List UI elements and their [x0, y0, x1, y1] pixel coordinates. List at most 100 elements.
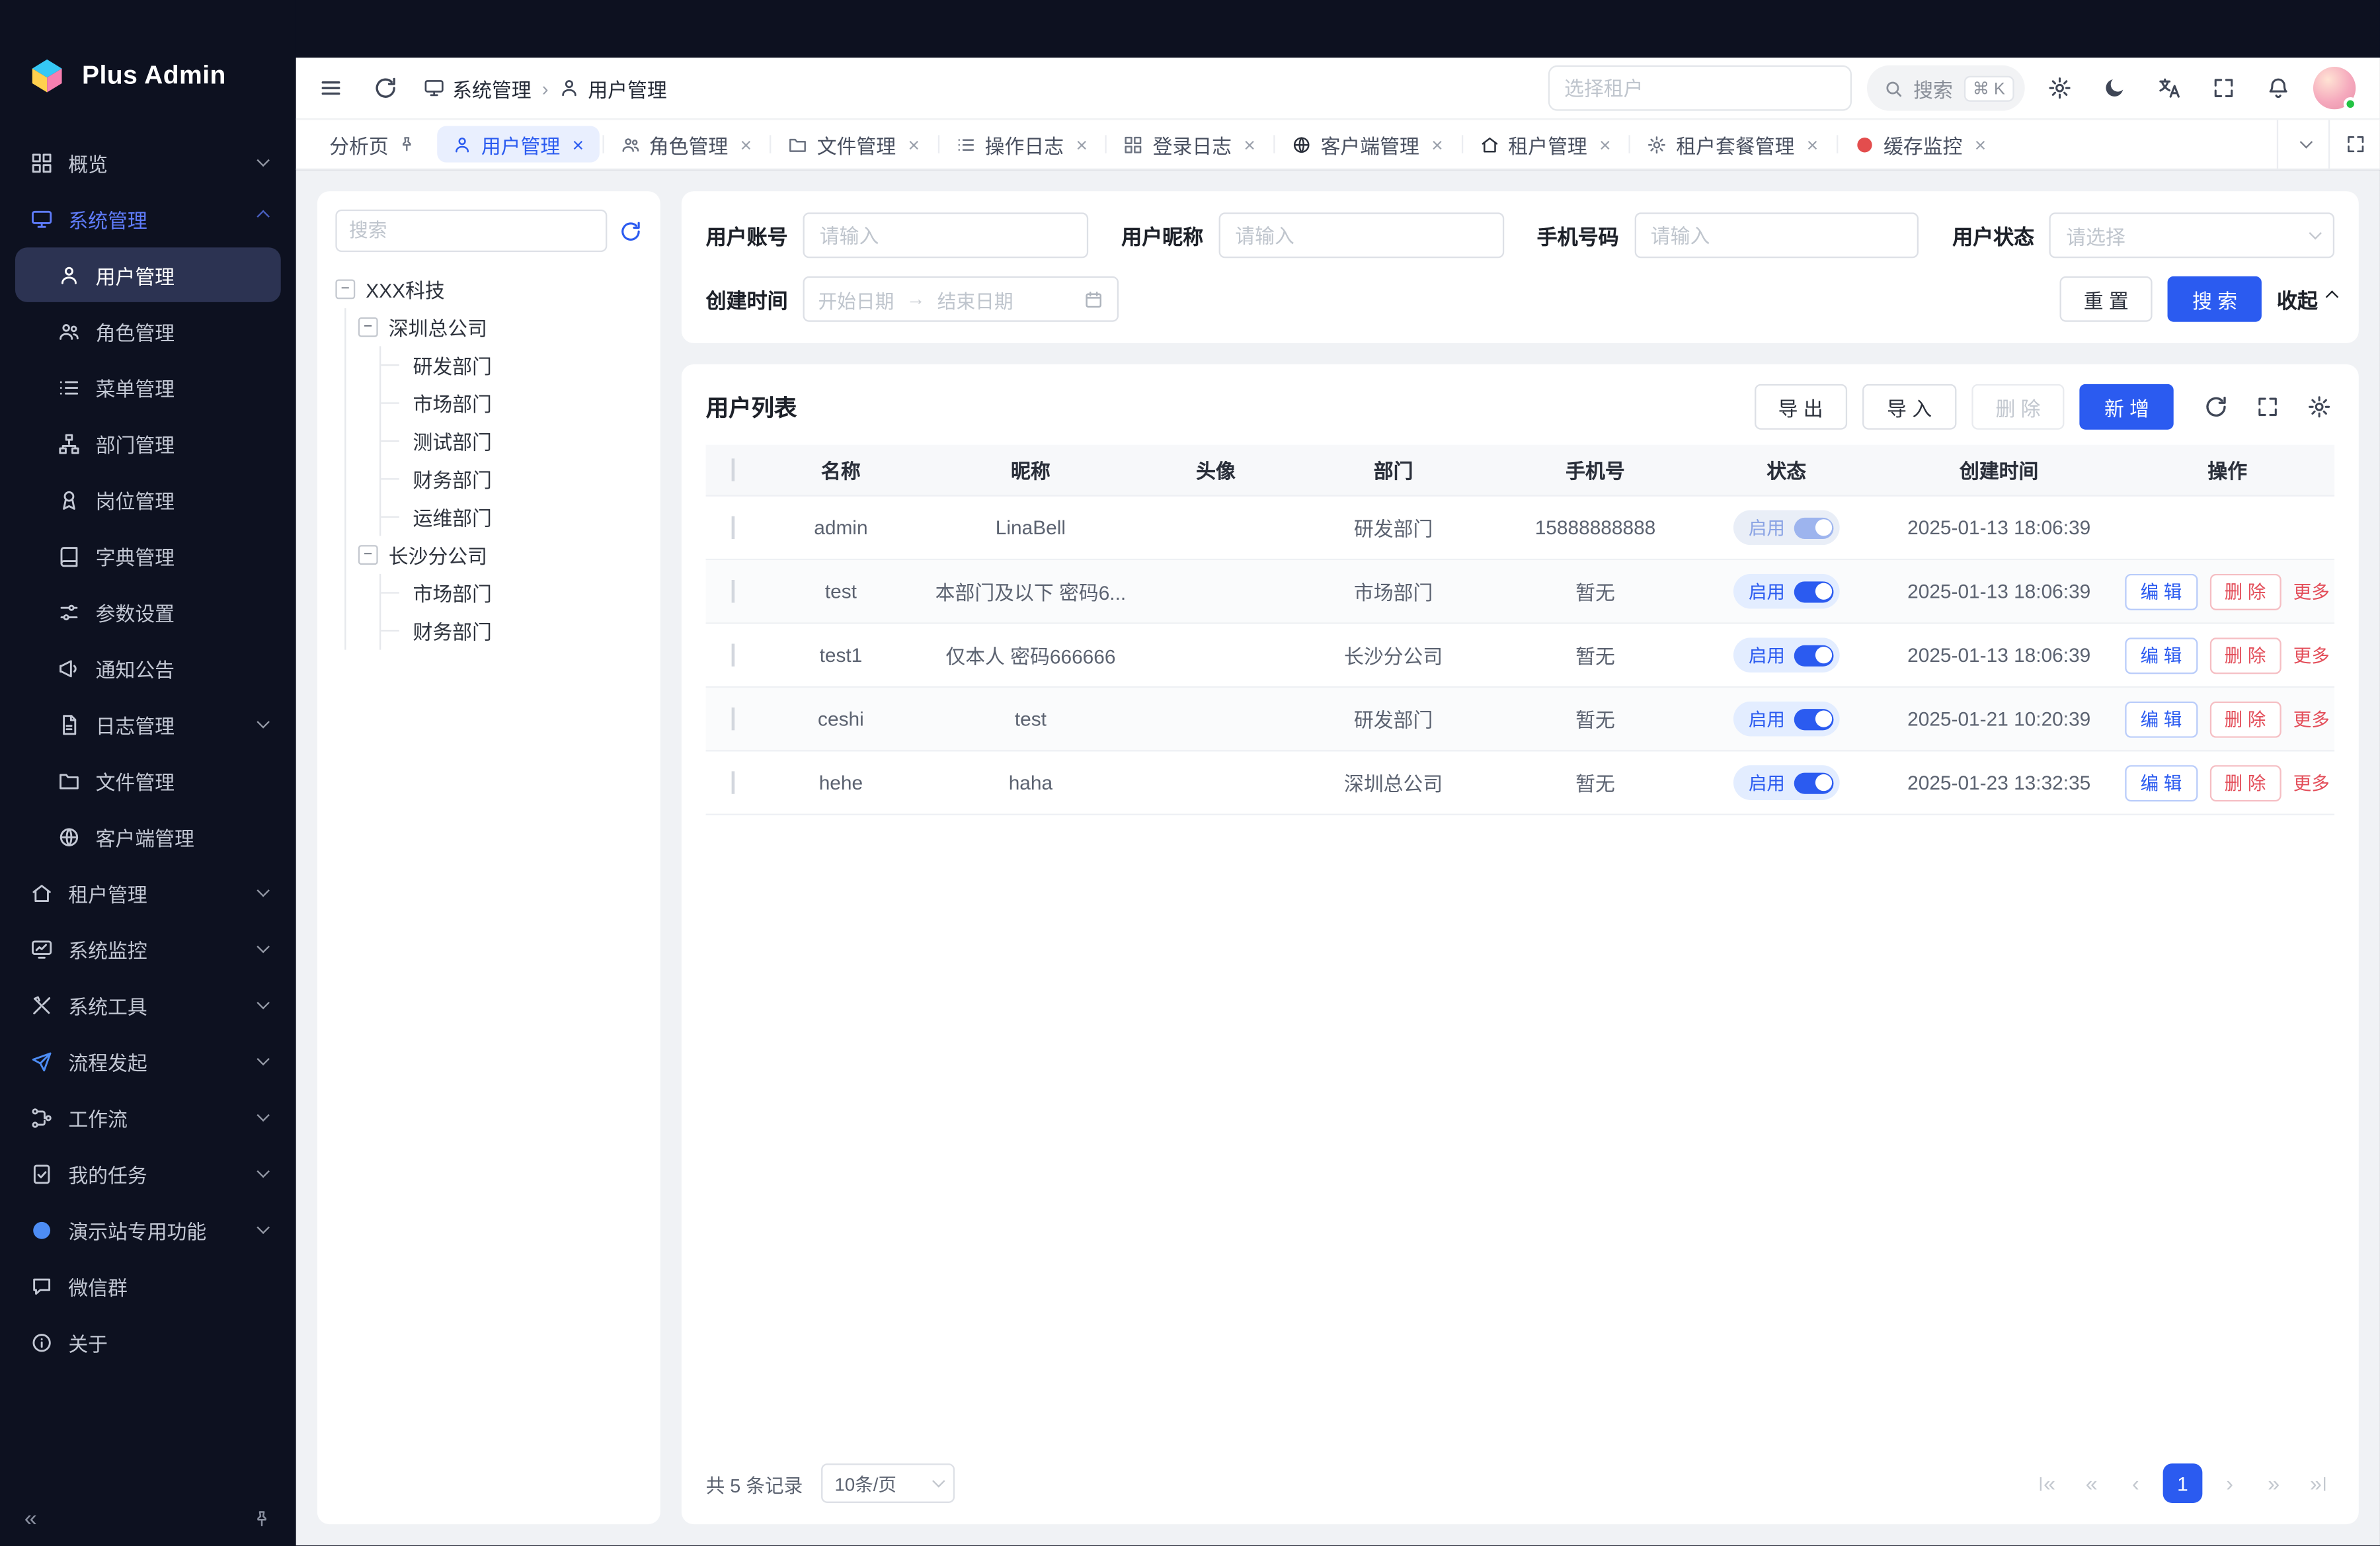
- delete-row-button[interactable]: 删 除: [2209, 573, 2281, 610]
- close-icon[interactable]: ×: [1599, 134, 1610, 154]
- sidebar-item-log-mgmt[interactable]: 日志管理: [15, 697, 281, 752]
- tree-node-dept[interactable]: 测试部门: [381, 422, 642, 460]
- close-icon[interactable]: ×: [740, 134, 752, 154]
- pin-icon[interactable]: [398, 135, 416, 153]
- global-search-button[interactable]: 搜索 ⌘ K: [1866, 65, 2025, 111]
- tree-node-dept[interactable]: 财务部门: [381, 612, 642, 649]
- tree-node-dept[interactable]: 运维部门: [381, 498, 642, 536]
- tree-toggle-icon[interactable]: −: [358, 545, 378, 565]
- delete-button[interactable]: 删 除: [1971, 384, 2065, 430]
- tab-user-mgmt[interactable]: 用户管理 ×: [437, 126, 599, 163]
- tree-node-dept[interactable]: 市场部门: [381, 574, 642, 612]
- tab-analysis[interactable]: 分析页: [311, 120, 434, 168]
- tree-node-shenzhen[interactable]: − 深圳总公司: [358, 308, 642, 346]
- search-button[interactable]: 搜 索: [2168, 276, 2261, 322]
- sidebar-item-notice[interactable]: 通知公告: [15, 641, 281, 696]
- sidebar-item-overview[interactable]: 概览: [15, 135, 281, 190]
- add-button[interactable]: 新 增: [2080, 384, 2173, 430]
- sidebar-item-dept-mgmt[interactable]: 部门管理: [15, 416, 281, 471]
- delete-row-button[interactable]: 删 除: [2209, 637, 2281, 673]
- close-icon[interactable]: ×: [1975, 134, 1986, 154]
- tab-operation-log[interactable]: 操作日志 ×: [938, 120, 1106, 168]
- status-select[interactable]: 请选择: [2049, 212, 2334, 258]
- user-avatar[interactable]: [2313, 67, 2356, 109]
- edit-button[interactable]: 编 辑: [2125, 764, 2198, 801]
- row-checkbox[interactable]: [732, 643, 735, 666]
- sidebar-item-param-settings[interactable]: 参数设置: [15, 585, 281, 639]
- hamburger-menu-button[interactable]: [311, 68, 351, 108]
- tab-list-dropdown-button[interactable]: [2277, 120, 2328, 168]
- tab-tenant-package-mgmt[interactable]: 租户套餐管理 ×: [1629, 120, 1837, 168]
- tree-node-changsha[interactable]: − 长沙分公司: [358, 536, 642, 573]
- sidebar-item-role-mgmt[interactable]: 角色管理: [15, 304, 281, 358]
- notifications-button[interactable]: [2258, 68, 2298, 108]
- sidebar-item-user-mgmt[interactable]: 用户管理: [15, 247, 281, 302]
- breadcrumb-system-mgmt[interactable]: 系统管理: [424, 73, 532, 102]
- close-icon[interactable]: ×: [1076, 134, 1087, 154]
- page-size-select[interactable]: 10条/页: [821, 1463, 955, 1503]
- more-button[interactable]: 更多: [2293, 642, 2330, 668]
- last-page-button[interactable]: »: [2301, 1465, 2335, 1502]
- sidebar-item-system-mgmt[interactable]: 系统管理: [15, 191, 281, 246]
- settings-button[interactable]: [2040, 68, 2080, 108]
- content-fullscreen-button[interactable]: [2328, 120, 2380, 168]
- first-page-button[interactable]: «: [2031, 1465, 2065, 1502]
- tree-toggle-icon[interactable]: −: [358, 317, 378, 337]
- prev-page-button[interactable]: ‹: [2119, 1465, 2153, 1502]
- tenant-select-input[interactable]: [1548, 65, 1851, 111]
- row-checkbox[interactable]: [732, 516, 735, 539]
- close-icon[interactable]: ×: [1244, 134, 1255, 154]
- sidebar-item-file-mgmt[interactable]: 文件管理: [15, 753, 281, 808]
- sidebar-item-tenant-mgmt[interactable]: 租户管理: [15, 866, 281, 920]
- delete-row-button[interactable]: 删 除: [2209, 764, 2281, 801]
- sidebar-item-menu-mgmt[interactable]: 菜单管理: [15, 360, 281, 415]
- next-page-button[interactable]: ›: [2213, 1465, 2246, 1502]
- status-toggle[interactable]: 启用: [1733, 574, 1840, 609]
- edit-button[interactable]: 编 辑: [2125, 701, 2198, 737]
- tree-refresh-button[interactable]: [619, 220, 642, 242]
- table-refresh-button[interactable]: [2201, 391, 2231, 422]
- close-icon[interactable]: ×: [908, 134, 920, 154]
- import-button[interactable]: 导 入: [1862, 384, 1956, 430]
- delete-row-button[interactable]: 删 除: [2209, 701, 2281, 737]
- edit-button[interactable]: 编 辑: [2125, 637, 2198, 673]
- tree-node-dept[interactable]: 研发部门: [381, 346, 642, 384]
- status-toggle[interactable]: 启用: [1733, 637, 1840, 672]
- sidebar-collapse-button[interactable]: «: [24, 1507, 37, 1529]
- tree-node-root[interactable]: − XXX科技: [335, 270, 642, 308]
- breadcrumb-user-mgmt[interactable]: 用户管理: [559, 73, 667, 102]
- language-switch-button[interactable]: [2149, 68, 2189, 108]
- tab-tenant-mgmt[interactable]: 租户管理 ×: [1461, 120, 1629, 168]
- table-fullscreen-button[interactable]: [2252, 391, 2283, 422]
- more-button[interactable]: 更多: [2293, 706, 2330, 732]
- nickname-input[interactable]: [1218, 212, 1503, 258]
- status-toggle[interactable]: 启用: [1733, 765, 1840, 800]
- tab-file-mgmt[interactable]: 文件管理 ×: [770, 120, 938, 168]
- toggle-switch[interactable]: [1794, 581, 1834, 602]
- export-button[interactable]: 导 出: [1754, 384, 1847, 430]
- toggle-switch[interactable]: [1794, 772, 1834, 793]
- row-checkbox[interactable]: [732, 771, 735, 793]
- close-icon[interactable]: ×: [1431, 134, 1443, 154]
- tab-role-mgmt[interactable]: 角色管理 ×: [602, 120, 770, 168]
- more-button[interactable]: 更多: [2293, 770, 2330, 795]
- edit-button[interactable]: 编 辑: [2125, 573, 2198, 610]
- close-icon[interactable]: ×: [1807, 134, 1818, 154]
- sidebar-item-demo-features[interactable]: 演示站专用功能: [15, 1202, 281, 1257]
- table-settings-button[interactable]: [2304, 391, 2334, 422]
- account-input[interactable]: [803, 212, 1088, 258]
- fullscreen-button[interactable]: [2204, 68, 2244, 108]
- sidebar-pin-icon[interactable]: [252, 1508, 272, 1528]
- page-number-button[interactable]: 1: [2163, 1463, 2203, 1503]
- tree-toggle-icon[interactable]: −: [335, 279, 355, 299]
- tree-search-input[interactable]: [335, 210, 607, 252]
- sidebar-item-about[interactable]: 关于: [15, 1315, 281, 1369]
- row-checkbox[interactable]: [732, 580, 735, 602]
- next-5-pages-button[interactable]: »: [2257, 1465, 2291, 1502]
- sidebar-item-workflow[interactable]: 工作流: [15, 1090, 281, 1145]
- sidebar-item-dict-mgmt[interactable]: 字典管理: [15, 528, 281, 583]
- prev-5-pages-button[interactable]: «: [2075, 1465, 2108, 1502]
- sidebar-item-system-monitor[interactable]: 系统监控: [15, 922, 281, 977]
- row-checkbox[interactable]: [732, 708, 735, 730]
- tab-client-mgmt[interactable]: 客户端管理 ×: [1273, 120, 1461, 168]
